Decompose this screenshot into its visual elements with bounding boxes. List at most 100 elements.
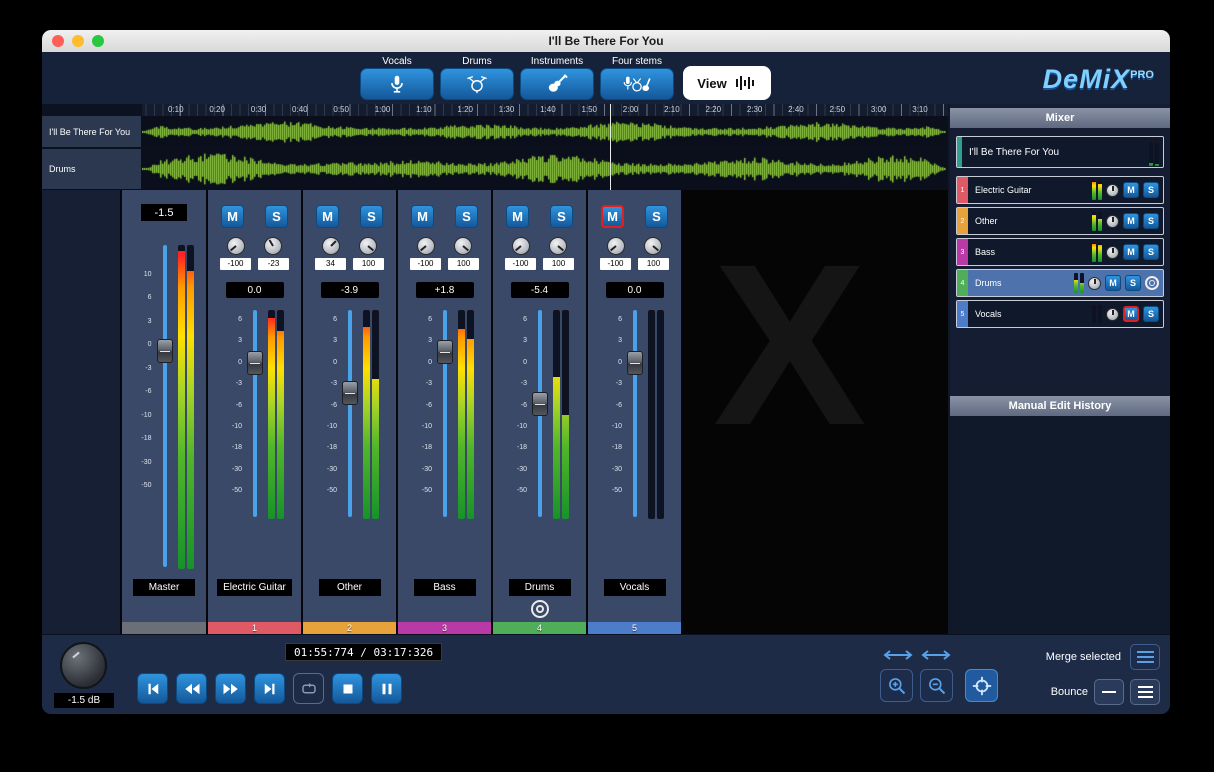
volume-fader[interactable] [245, 308, 265, 523]
pan-right-knob[interactable] [644, 237, 662, 255]
mixer-row-drums[interactable]: 4 Drums M S [956, 269, 1164, 297]
volume-fader[interactable] [530, 308, 550, 523]
mixer-row-bass[interactable]: 3 Bass M S [956, 238, 1164, 266]
solo-button[interactable]: S [360, 205, 383, 228]
zoom-window-button[interactable] [92, 35, 104, 47]
pan-knob[interactable] [1106, 215, 1119, 228]
bounce-minus-button[interactable] [1094, 679, 1124, 705]
solo-button[interactable]: S [1143, 306, 1159, 322]
mute-button[interactable]: M [1123, 213, 1139, 229]
solo-button[interactable]: S [265, 205, 288, 228]
mute-button[interactable]: M [601, 205, 624, 228]
skip-to-start-button[interactable] [137, 673, 168, 704]
solo-button[interactable]: S [1125, 275, 1141, 291]
pan-knob[interactable] [1106, 246, 1119, 259]
mixer-row-electric-guitar[interactable]: 1 Electric Guitar M S [956, 176, 1164, 204]
fader-handle[interactable] [437, 340, 453, 364]
mute-button[interactable]: M [316, 205, 339, 228]
scale-mark: -30 [320, 466, 337, 473]
zoom-in-button[interactable] [880, 669, 913, 702]
mute-button[interactable]: M [1123, 306, 1139, 322]
loop-button[interactable] [293, 673, 324, 704]
stem-drums-button[interactable] [440, 68, 514, 100]
mixer-row-vocals[interactable]: 5 Vocals M S [956, 300, 1164, 328]
fader-handle[interactable] [157, 339, 173, 363]
solo-button[interactable]: S [1143, 244, 1159, 260]
track-number: 3 [961, 249, 965, 256]
locate-playhead-button[interactable] [965, 669, 998, 702]
scale-mark: -30 [510, 466, 527, 473]
stop-button[interactable] [332, 673, 363, 704]
mute-button[interactable]: M [1105, 275, 1121, 291]
stem-instruments-button[interactable] [520, 68, 594, 100]
solo-button[interactable]: S [1143, 182, 1159, 198]
mixer-row-master[interactable]: I'll Be There For You [956, 136, 1164, 168]
mixer-row-other[interactable]: 2 Other M S [956, 207, 1164, 235]
demix-pro-logo: DeMiXPRO [1043, 64, 1154, 95]
pan-right-knob[interactable] [454, 237, 472, 255]
pan-right-knob[interactable] [549, 237, 567, 255]
waveform-full-mix[interactable] [142, 119, 946, 145]
stem-vocals-button[interactable] [360, 68, 434, 100]
pan-left-knob[interactable] [417, 237, 435, 255]
time-display: 01:55:774 / 03:17:326 [285, 643, 442, 661]
isolation-target-icon[interactable] [531, 600, 549, 618]
output-volume-knob[interactable] [60, 642, 107, 689]
pan-left-knob[interactable] [227, 237, 245, 255]
pan-knob[interactable] [1106, 184, 1119, 197]
solo-button[interactable]: S [1143, 213, 1159, 229]
track-label-drums[interactable]: Drums [42, 149, 142, 190]
pan-knob[interactable] [1106, 308, 1119, 321]
view-button-label: View [697, 76, 726, 91]
isolation-target-icon[interactable] [1145, 276, 1159, 290]
pan-left-knob[interactable] [322, 237, 340, 255]
mute-button[interactable]: M [1123, 182, 1139, 198]
bounce-menu-button[interactable] [1130, 679, 1160, 705]
mute-button[interactable]: M [1123, 244, 1139, 260]
mute-button[interactable]: M [221, 205, 244, 228]
stem-four-stems-button[interactable] [600, 68, 674, 100]
rewind-button[interactable] [176, 673, 207, 704]
skip-to-end-button[interactable] [254, 673, 285, 704]
zoom-out-button[interactable] [920, 669, 953, 702]
pan-left-knob[interactable] [607, 237, 625, 255]
mute-button[interactable]: M [411, 205, 434, 228]
pan-left-value: -100 [600, 258, 631, 270]
scale-mark: -50 [415, 487, 432, 494]
scale-mark: -10 [510, 423, 527, 430]
solo-button[interactable]: S [455, 205, 478, 228]
pan-right-knob[interactable] [359, 237, 377, 255]
fast-forward-button[interactable] [215, 673, 246, 704]
time-ruler[interactable]: 0:100:200:300:400:501:001:101:201:301:40… [142, 104, 948, 116]
horizontal-resize-icon [920, 648, 952, 660]
fader-handle[interactable] [342, 381, 358, 405]
volume-fader[interactable] [340, 308, 360, 523]
ruler-tick-label: 0:40 [292, 105, 308, 116]
fader-handle[interactable] [247, 351, 263, 375]
volume-fader[interactable] [435, 308, 455, 523]
fader-handle[interactable] [627, 351, 643, 375]
waveform-drums[interactable] [142, 152, 946, 186]
view-button[interactable]: View [683, 66, 771, 100]
close-window-button[interactable] [52, 35, 64, 47]
track-label-full-mix[interactable]: I'll Be There For You [42, 116, 142, 148]
pan-right-knob[interactable] [264, 237, 282, 255]
volume-fader[interactable] [625, 308, 645, 523]
ruler-tick-label: 2:10 [664, 105, 680, 116]
db-scale: 630-3-6-10-18-30-50 [605, 316, 622, 494]
pan-knob[interactable] [1088, 277, 1101, 290]
stem-drums: Drums [440, 55, 514, 100]
solo-button[interactable]: S [550, 205, 573, 228]
fader-handle[interactable] [532, 392, 548, 416]
merge-selected-button[interactable] [1130, 644, 1160, 670]
stop-icon [339, 680, 357, 698]
solo-button[interactable]: S [645, 205, 668, 228]
ruler-tick-label: 0:20 [209, 105, 225, 116]
master-volume-fader[interactable] [155, 243, 175, 573]
minimize-window-button[interactable] [72, 35, 84, 47]
pause-button[interactable] [371, 673, 402, 704]
scale-mark: -50 [135, 482, 152, 489]
mute-button[interactable]: M [506, 205, 529, 228]
playhead[interactable] [610, 104, 611, 190]
pan-left-knob[interactable] [512, 237, 530, 255]
